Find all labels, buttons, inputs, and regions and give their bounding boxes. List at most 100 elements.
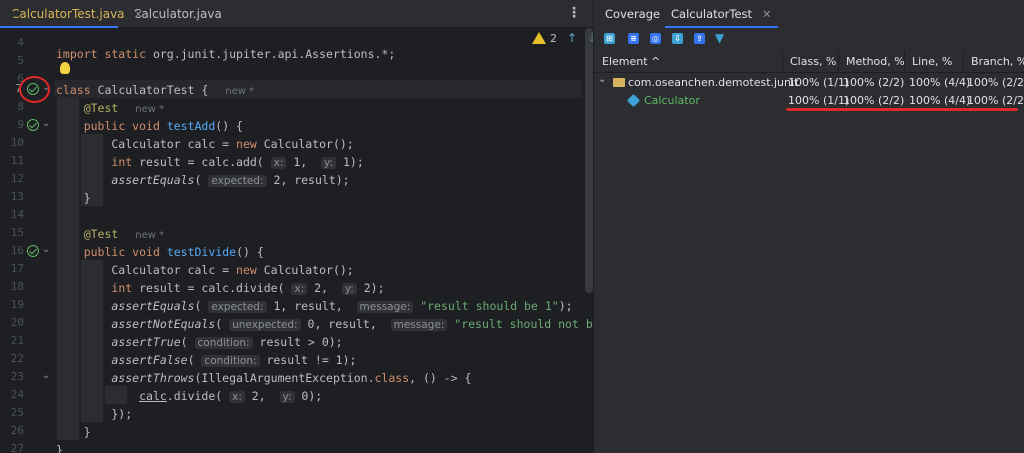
column-header-class[interactable]: Class, % xyxy=(790,51,836,73)
tab-calculator-java[interactable]: Calculator.java xyxy=(122,0,222,28)
line-number: 11 xyxy=(10,154,24,167)
code-line: }); xyxy=(56,407,133,421)
line-number: 23 xyxy=(10,370,24,383)
new-tag: new * xyxy=(225,86,255,97)
column-separator[interactable] xyxy=(782,51,783,73)
param-hint: y: xyxy=(321,157,337,169)
column-header-method[interactable]: Method, % xyxy=(846,51,905,73)
column-separator[interactable] xyxy=(904,51,905,73)
column-header-branch[interactable]: Branch, % xyxy=(971,51,1024,73)
coverage-table-header: Element ^ Class, % Method, % Line, % Bra… xyxy=(594,51,1024,73)
code-line: public void testDivide() { xyxy=(83,245,264,259)
line-number: 25 xyxy=(10,406,24,419)
element-name: Calculator xyxy=(644,94,700,107)
new-tag: new * xyxy=(135,104,165,115)
param-hint: unexpected: xyxy=(229,319,301,331)
line-number: 21 xyxy=(10,334,24,347)
line-number: 17 xyxy=(10,262,24,275)
line-number: 19 xyxy=(10,298,24,311)
code-line: import static org.junit.jupiter.api.Asse… xyxy=(56,47,396,61)
editor-tab-bar: CalculatorTest.java ✕ Calculator.java ⋮ xyxy=(0,0,593,28)
line-number: 15 xyxy=(10,226,24,239)
table-row[interactable]: ⌄ com.oseanchen.demotest.junit 100% (1/1… xyxy=(594,74,1024,92)
class-coverage: 100% (1/1) xyxy=(788,76,850,89)
param-hint: expected: xyxy=(208,301,267,313)
highlight-underline xyxy=(786,108,1018,111)
more-options-icon[interactable]: ⋮ xyxy=(567,5,581,21)
column-separator[interactable] xyxy=(963,51,964,73)
line-number: 18 xyxy=(10,280,24,293)
navigate-to-source-icon[interactable]: ≡ xyxy=(628,33,639,44)
code-line: assertNotEquals( unexpected: 0, result, … xyxy=(111,317,634,331)
column-separator[interactable] xyxy=(838,51,839,73)
fold-chevron-icon[interactable]: ⌄ xyxy=(42,118,50,129)
line-number: 9 xyxy=(17,118,24,131)
code-line: Calculator calc = new Calculator(); xyxy=(56,263,354,277)
editor-pane: CalculatorTest.java ✕ Calculator.java ⋮ … xyxy=(0,0,634,453)
code-line: assertFalse( condition: result != 1); xyxy=(111,353,357,367)
test-passed-icon[interactable] xyxy=(27,245,39,257)
line-number: 4 xyxy=(17,36,24,49)
line-number: 10 xyxy=(10,136,24,149)
param-hint: message: xyxy=(390,319,448,331)
line-number: 5 xyxy=(17,54,24,67)
fold-chevron-icon[interactable]: ⌄ xyxy=(42,370,50,381)
close-icon[interactable]: ✕ xyxy=(762,7,772,21)
scroll-from-source-icon[interactable]: ◎ xyxy=(650,33,661,44)
editor-scrollbar[interactable] xyxy=(585,28,593,293)
tab-calculatortest-java[interactable]: CalculatorTest.java ✕ xyxy=(0,0,143,28)
coverage-tab-bar: Coverage CalculatorTest ✕ xyxy=(594,0,1024,28)
sort-asc-icon: ^ xyxy=(651,55,661,68)
line-number: 16 xyxy=(10,244,24,257)
line-number: 12 xyxy=(10,172,24,185)
fold-chevron-icon[interactable]: ⌄ xyxy=(42,244,50,255)
line-number: 22 xyxy=(10,352,24,365)
code-line: assertTrue( condition: result > 0); xyxy=(111,335,343,349)
param-hint: x: xyxy=(291,283,308,295)
param-hint: expected: xyxy=(208,175,267,187)
code-line: } xyxy=(56,191,91,205)
chevron-down-icon[interactable]: ⌄ xyxy=(598,74,606,85)
code-area[interactable]: import static org.junit.jupiter.api.Asse… xyxy=(54,28,634,453)
line-number: 13 xyxy=(10,190,24,203)
line-number: 24 xyxy=(10,388,24,401)
param-hint: y: xyxy=(341,283,357,295)
code-line: @Test new * xyxy=(83,101,165,115)
package-folder-icon xyxy=(613,78,625,87)
new-tag: new * xyxy=(135,230,165,241)
line-number: 27 xyxy=(10,442,24,453)
flatten-packages-icon[interactable]: ⊞ xyxy=(604,33,615,44)
line-coverage: 100% (4/4) xyxy=(909,76,971,89)
coverage-toolbar: ⊞ ≡ ◎ ⇩ ⇪ ▼ xyxy=(594,28,1024,50)
column-header-element[interactable]: Element ^ xyxy=(602,51,660,73)
param-hint: x: xyxy=(229,391,245,403)
test-passed-icon[interactable] xyxy=(27,119,39,131)
param-hint: condition: xyxy=(201,355,260,367)
tab-label: CalculatorTest xyxy=(671,7,753,21)
code-line: } xyxy=(56,443,63,453)
code-line: assertEquals( expected: 1, result, messa… xyxy=(111,299,573,313)
tab-label: Calculator.java xyxy=(133,7,222,21)
code-line: assertEquals( expected: 2, result); xyxy=(111,173,350,187)
highlight-circle xyxy=(19,76,50,103)
code-line: Calculator calc = new Calculator(); xyxy=(56,137,354,151)
code-line: int result = calc.add( x: 1, y: 1); xyxy=(111,155,364,169)
code-line: public void testAdd() { xyxy=(83,119,243,133)
code-line: int result = calc.divide( x: 2, y: 2); xyxy=(111,281,385,295)
filter-icon[interactable]: ▼ xyxy=(714,32,725,44)
generate-report-icon[interactable]: ⇩ xyxy=(672,33,683,44)
param-hint: x: xyxy=(270,157,287,169)
line-number: 20 xyxy=(10,316,24,329)
export-icon[interactable]: ⇪ xyxy=(694,33,705,44)
code-line: } xyxy=(56,425,91,439)
code-line: calc.divide( x: 2, y: 0); xyxy=(139,389,323,403)
element-name: com.oseanchen.demotest.junit xyxy=(628,76,799,89)
coverage-panel: Coverage CalculatorTest ✕ ⊞ ≡ ◎ ⇩ ⇪ ▼ Ele… xyxy=(593,0,1024,453)
column-header-line[interactable]: Line, % xyxy=(912,51,952,73)
code-line: @Test new * xyxy=(83,227,165,241)
branch-coverage: 100% (2/2) xyxy=(967,76,1024,89)
line-number: 8 xyxy=(17,100,24,113)
code-line: class CalculatorTest { new * xyxy=(56,83,255,97)
tab-coverage[interactable]: Coverage xyxy=(605,0,660,28)
tab-calculatortest[interactable]: CalculatorTest ✕ xyxy=(665,0,778,28)
